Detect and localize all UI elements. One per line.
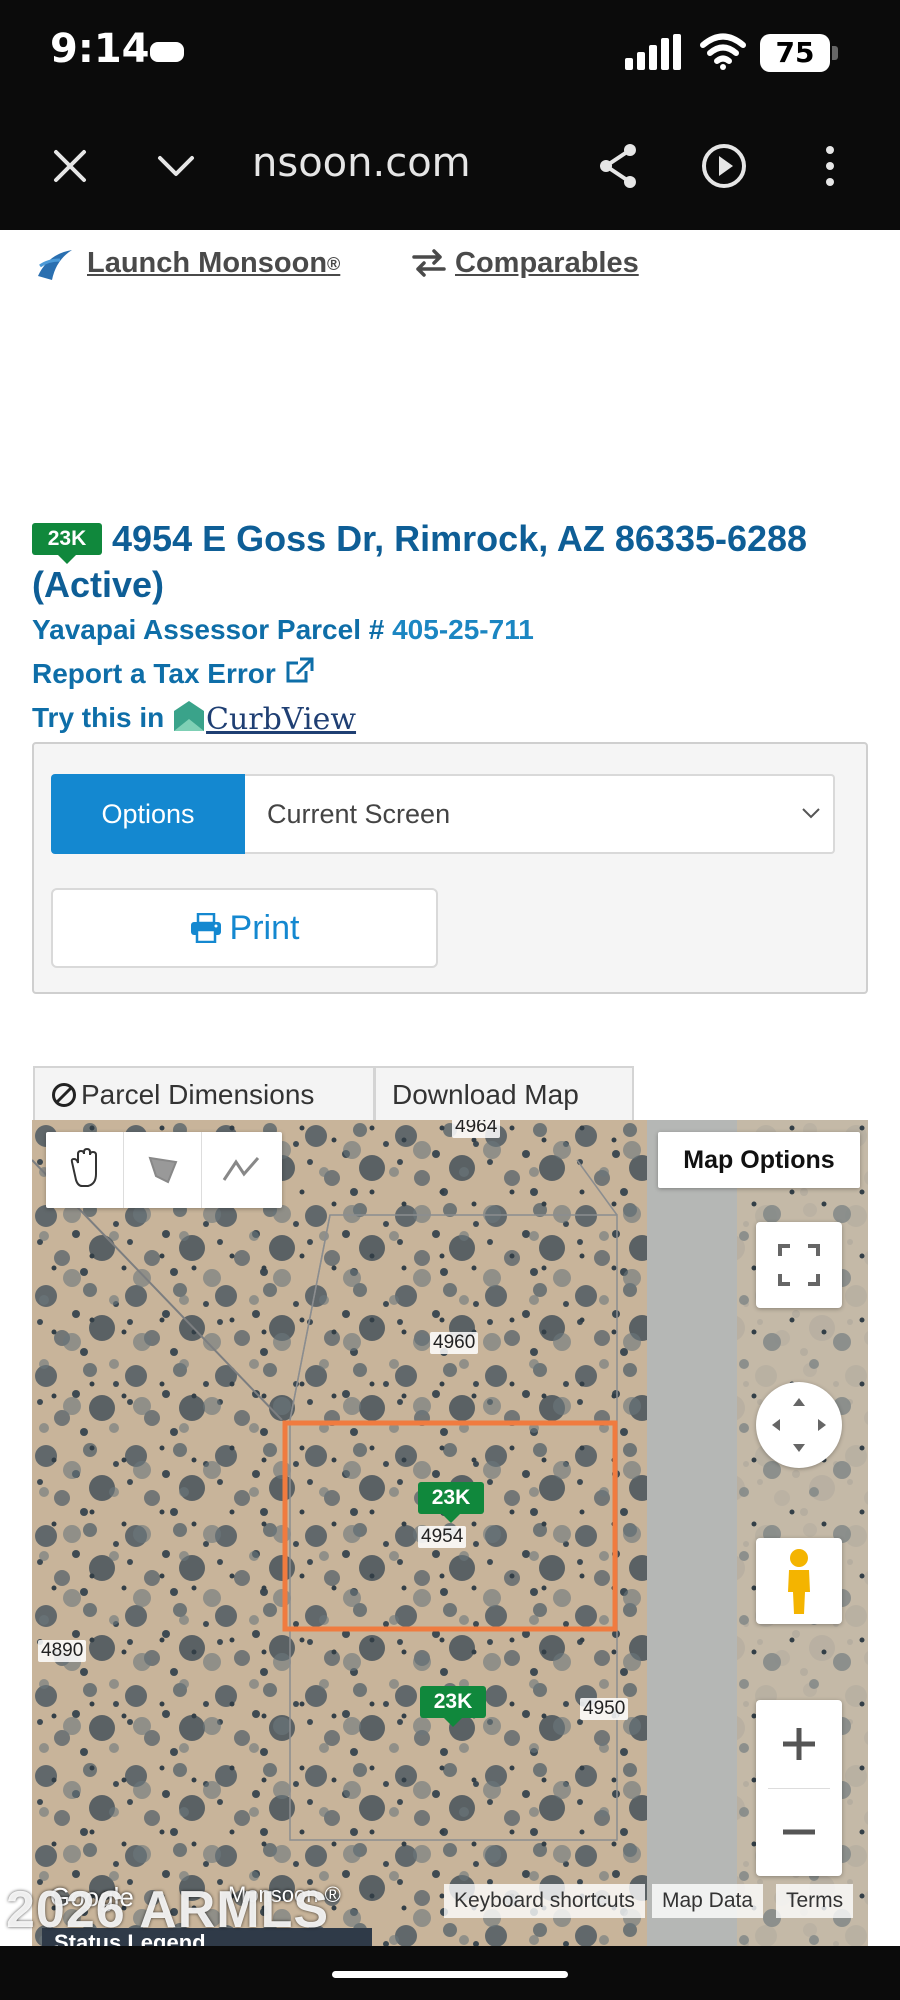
armls-watermark: 2026 ARMLS: [6, 1881, 330, 1939]
download-map-tab[interactable]: Download Map: [374, 1066, 634, 1122]
tax-error-label: Report a Tax Error: [32, 658, 276, 689]
cellular-signal-icon: [625, 34, 681, 70]
more-options-icon[interactable]: [800, 136, 860, 196]
registered-mark: ®: [327, 254, 341, 274]
parcel-dimensions-label: Parcel Dimensions: [81, 1079, 315, 1110]
price-marker-south[interactable]: 23K: [420, 1686, 486, 1727]
home-bar: [0, 1946, 900, 2000]
curbview-link[interactable]: CurbView: [206, 702, 356, 737]
status-bar: 9:14 75: [0, 0, 900, 100]
parcel-label: Yavapai Assessor Parcel #: [32, 614, 385, 645]
swap-arrows-icon: [412, 249, 446, 277]
pegman-icon: [788, 1549, 810, 1614]
launch-monsoon-label: Launch Monsoon: [87, 247, 328, 279]
external-link-icon: [286, 657, 314, 683]
line-tool[interactable]: [202, 1132, 280, 1208]
battery-icon: 75: [760, 34, 838, 72]
printer-icon: [190, 912, 221, 944]
zoom-control: [756, 1700, 842, 1876]
parcel-label-4964: 4964: [452, 1120, 501, 1138]
wifi-icon: [700, 33, 746, 70]
url-text[interactable]: nsoon.com: [252, 140, 471, 186]
parcel-label-4954: 4954: [418, 1526, 467, 1548]
price-marker-subject[interactable]: 23K: [418, 1482, 484, 1523]
try-label: Try this in: [32, 702, 165, 733]
status-time: 9:14: [50, 26, 150, 72]
satellite-map[interactable]: 4964 4960 4954 4890 4950 23K 23K Map Opt…: [32, 1120, 868, 1946]
monsoon-logo-icon: [38, 250, 72, 280]
parcel-label-4890: 4890: [38, 1640, 87, 1662]
parcel-label-4960: 4960: [430, 1332, 479, 1354]
rotate-map-button[interactable]: [756, 1382, 842, 1468]
terms-link[interactable]: Terms: [776, 1884, 854, 1918]
battery-level: 75: [760, 34, 830, 72]
polygon-tool[interactable]: [124, 1132, 202, 1208]
minus-icon: [783, 1829, 815, 1835]
street-view-button[interactable]: [756, 1538, 842, 1624]
parcel-dimensions-tab[interactable]: Parcel Dimensions: [33, 1066, 375, 1122]
sleep-focus-icon: [150, 42, 184, 62]
chevron-down-icon: [802, 808, 820, 819]
view-select-value: Current Screen: [267, 799, 451, 829]
parcel-line: Yavapai Assessor Parcel # 405-25-711: [32, 614, 534, 646]
property-title-text: 4954 E Goss Dr, Rimrock, AZ 86335-6288 (…: [32, 518, 808, 605]
ban-icon: [52, 1083, 76, 1107]
pan-tool[interactable]: [46, 1132, 124, 1208]
keyboard-shortcuts-link[interactable]: Keyboard shortcuts: [444, 1884, 645, 1918]
map-data-link[interactable]: Map Data: [652, 1884, 764, 1918]
fullscreen-icon: [778, 1244, 820, 1286]
launch-monsoon-link[interactable]: Launch Monsoon®: [87, 247, 340, 280]
property-title: 4954 E Goss Dr, Rimrock, AZ 86335-6288 (…: [32, 516, 872, 608]
comparables-link[interactable]: Comparables: [455, 247, 639, 280]
map-options-button[interactable]: Map Options: [658, 1132, 860, 1188]
plus-icon: [783, 1728, 815, 1760]
page: 9:14 75 nsoon.com Launch Monsoon® Compar…: [0, 0, 900, 2000]
chevron-down-icon[interactable]: [146, 136, 206, 196]
parcel-number-link[interactable]: 405-25-711: [392, 614, 534, 645]
share-icon[interactable]: [590, 136, 650, 196]
curbview-line: Try this in CurbView: [32, 699, 356, 737]
close-icon[interactable]: [40, 136, 100, 196]
print-label: Print: [229, 909, 300, 947]
polygon-icon: [148, 1156, 178, 1184]
parcel-label-4950: 4950: [580, 1698, 629, 1720]
curbview-logo-icon: [174, 701, 205, 731]
polyline-icon: [222, 1157, 260, 1181]
zoom-out-button[interactable]: [756, 1788, 842, 1876]
compass-icon: [772, 1398, 826, 1452]
home-indicator[interactable]: [332, 1971, 568, 1978]
print-button[interactable]: Print: [51, 888, 438, 968]
hand-icon: [70, 1147, 97, 1187]
play-icon[interactable]: [694, 136, 754, 196]
fullscreen-button[interactable]: [756, 1222, 842, 1308]
options-tab[interactable]: Options: [51, 774, 245, 854]
zoom-in-button[interactable]: [756, 1700, 842, 1788]
view-select[interactable]: Current Screen: [245, 774, 835, 854]
tax-error-link[interactable]: Report a Tax Error: [32, 657, 314, 690]
drawing-tools: [46, 1132, 282, 1208]
